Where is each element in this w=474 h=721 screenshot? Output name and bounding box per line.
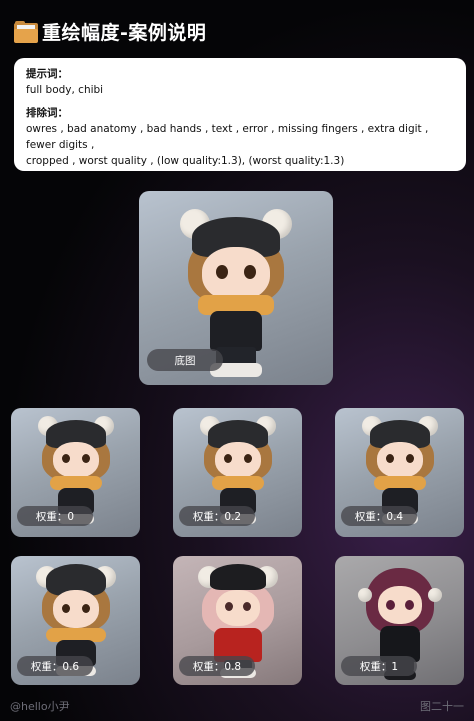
positive-prompt-text: full body, chibi xyxy=(26,84,104,97)
result-label-5: 权重：1 xyxy=(341,656,417,676)
negative-prompt-line-2: cropped , worst quality , (low quality:1… xyxy=(26,155,345,168)
result-image-2[interactable]: 权重：0.4 xyxy=(335,408,464,537)
prompt-card: 提示词： full body, chibi 排除词： owres , bad a… xyxy=(14,58,466,171)
page-number: 图二十一 xyxy=(420,700,464,713)
negative-prompt-label: 排除词： xyxy=(26,106,68,119)
result-label-1: 权重：0.2 xyxy=(179,506,255,526)
base-image[interactable]: 底图 xyxy=(139,191,333,385)
result-image-0[interactable]: 权重：0 xyxy=(11,408,140,537)
result-image-5[interactable]: 权重：1 xyxy=(335,556,464,685)
result-label-0: 权重：0 xyxy=(17,506,93,526)
negative-prompt-line-1: owres , bad anatomy , bad hands , text ,… xyxy=(26,122,429,152)
base-image-label: 底图 xyxy=(147,349,223,371)
result-label-3: 权重：0.6 xyxy=(17,656,93,676)
page-title: 重绘幅度-案例说明 xyxy=(42,22,207,44)
positive-prompt-label: 提示词： xyxy=(26,68,68,80)
result-image-3[interactable]: 权重：0.6 xyxy=(11,556,140,685)
page-header: 重绘幅度-案例说明 xyxy=(14,18,206,45)
result-image-1[interactable]: 权重：0.2 xyxy=(173,408,302,537)
result-label-2: 权重：0.4 xyxy=(341,506,417,526)
author-watermark: @hello小尹 xyxy=(10,700,70,713)
card-file-box-icon xyxy=(14,20,38,43)
result-label-4: 权重：0.8 xyxy=(179,656,255,676)
result-image-4[interactable]: 权重：0.8 xyxy=(173,556,302,685)
